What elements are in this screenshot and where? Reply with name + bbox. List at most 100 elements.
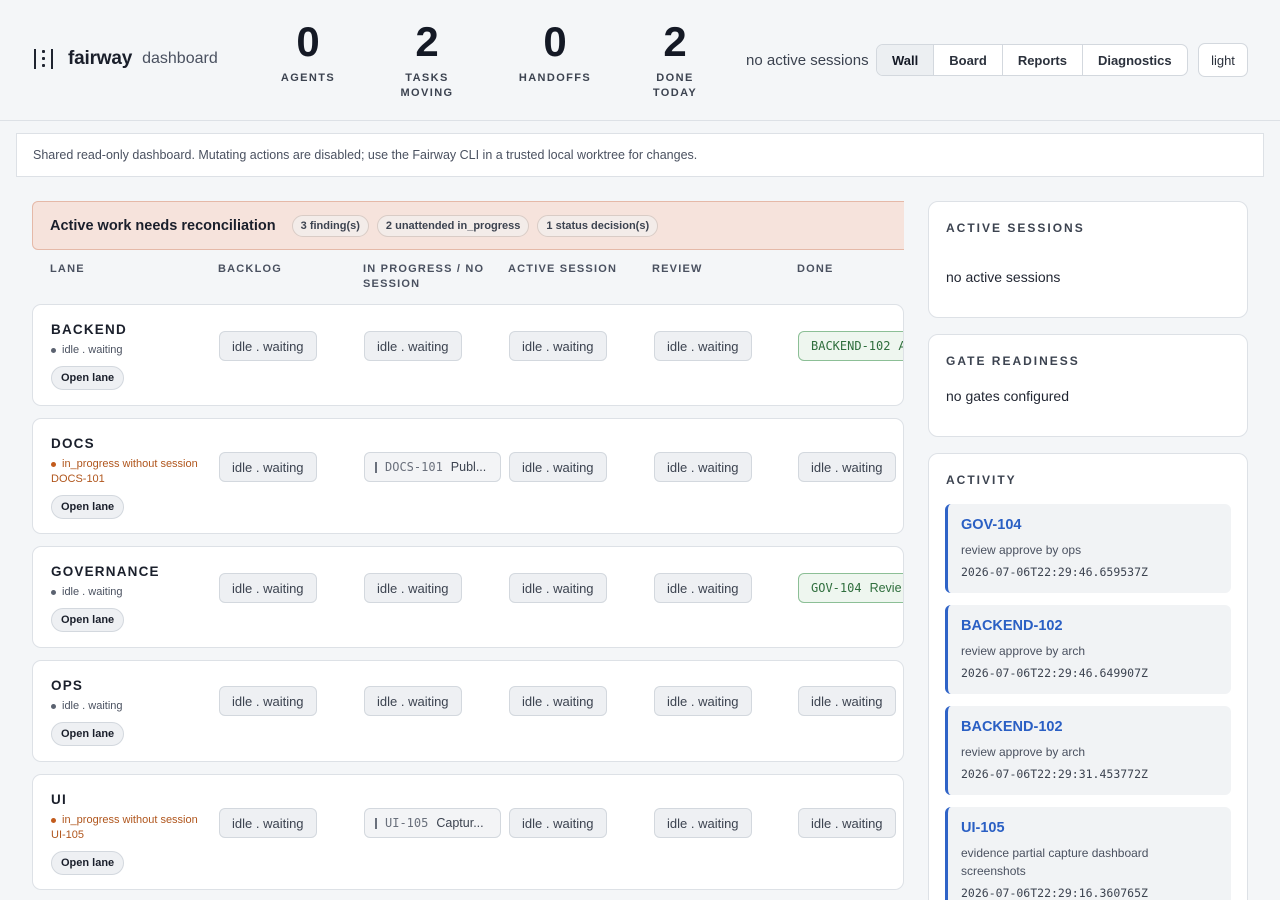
active-session-idle-chip: idle . waiting [509,686,607,716]
task-bar-icon [375,461,377,473]
column-header-active-session: ACTIVE SESSION [508,263,618,275]
warning-dot-icon [51,461,56,467]
brand[interactable]: fairway dashboard [34,47,218,71]
review-idle-chip: idle . waiting [654,686,752,716]
review-idle-chip: idle . waiting [654,452,752,482]
gate-readiness-panel: GATE READINESS no gates configured [928,334,1248,437]
view-tabs: Wall Board Reports Diagnostics [876,44,1188,76]
activity-description: review approve by arch [961,745,1086,759]
stat-label: AGENTS [280,72,336,84]
panel-text: no active sessions [946,269,1061,285]
stat-value: 2 [415,18,439,65]
activity-item[interactable]: GOV-104 review approve by ops 2026-07-06… [945,504,1231,593]
active-session-idle-chip: idle . waiting [509,452,607,482]
lane-status: idle . waiting [51,586,123,598]
tab-board[interactable]: Board [933,45,1002,75]
in-progress-idle-chip: idle . waiting [364,686,462,716]
task-bar-icon [375,817,377,829]
stat-label: TASKS MOVING [400,72,454,99]
open-lane-button[interactable]: Open lane [51,608,125,632]
warning-dot-icon [51,817,56,823]
lane-governance: GOVERNANCE idle . waiting Open lane idle… [32,546,904,648]
in-progress-task-chip[interactable]: UI-105 Captur... [364,808,501,838]
open-lane-button[interactable]: Open lane [51,722,125,746]
top-header: fairway dashboard 0 AGENTS 2 TASKS MOVING… [0,0,1280,121]
stat-tasks-moving: 2 TASKS MOVING [372,20,482,101]
read-only-notice: Shared read-only dashboard. Mutating act… [16,133,1264,177]
stat-label: HANDOFFS [518,72,592,84]
status-dot-icon [51,703,56,709]
open-lane-button[interactable]: Open lane [51,851,125,875]
panel-title: GATE READINESS [946,354,1080,368]
activity-description: review approve by arch [961,644,1086,658]
tab-reports[interactable]: Reports [1001,45,1082,75]
tab-wall[interactable]: Wall [877,45,934,75]
active-session-idle-chip: idle . waiting [509,573,607,603]
panel-title: ACTIVITY [946,473,1017,487]
column-header-done: DONE [797,263,834,275]
in-progress-task-chip[interactable]: DOCS-101 Publ... [364,452,501,482]
done-idle-chip: idle . waiting [798,808,896,838]
lane-status: in_progress without session [51,458,198,470]
open-lane-button[interactable]: Open lane [51,495,125,519]
lane-backend: BACKEND idle . waiting Open lane idle . … [32,304,904,406]
banner-title: Active work needs reconciliation [50,217,276,234]
activity-panel: ACTIVITY GOV-104 review approve by ops 2… [928,453,1248,900]
unattended-pill[interactable]: 2 unattended in_progress [376,214,530,237]
lane-ui: UI in_progress without session UI-105 Op… [32,774,904,890]
activity-timestamp: 2026-07-06T22:29:31.453772Z [961,767,1148,781]
status-decision-pill[interactable]: 1 status decision(s) [537,214,659,237]
backlog-idle-chip: idle . waiting [219,808,317,838]
column-header-lane: LANE [50,263,85,275]
stat-value: 0 [543,18,567,65]
lane-name: DOCS [51,436,95,451]
lane-status: idle . waiting [51,344,123,356]
stat-value: 2 [663,18,687,65]
activity-timestamp: 2026-07-06T22:29:16.360765Z [961,886,1148,900]
activity-timestamp: 2026-07-06T22:29:46.659537Z [961,565,1148,579]
reconciliation-banner: Active work needs reconciliation 3 findi… [32,201,904,250]
lane-name: OPS [51,678,84,693]
open-lane-button[interactable]: Open lane [51,366,125,390]
findings-pill[interactable]: 3 finding(s) [291,214,369,237]
activity-task-id[interactable]: UI-105 [961,819,1231,837]
lane-docs: DOCS in_progress without session DOCS-10… [32,418,904,534]
done-idle-chip: idle . waiting [798,686,896,716]
activity-description: review approve by ops [961,543,1082,557]
brand-name: fairway [68,48,133,69]
activity-description: evidence partial capture dashboard scree… [961,846,1149,878]
activity-task-id[interactable]: GOV-104 [961,516,1231,534]
review-idle-chip: idle . waiting [654,573,752,603]
tab-diagnostics[interactable]: Diagnostics [1081,45,1187,75]
in-progress-idle-chip: idle . waiting [364,331,462,361]
activity-item[interactable]: BACKEND-102 review approve by arch 2026-… [945,605,1231,694]
panel-text: no gates configured [946,388,1069,404]
lane-ticket[interactable]: DOCS-101 [51,473,105,485]
lane-ticket[interactable]: UI-105 [51,829,84,841]
activity-task-id[interactable]: BACKEND-102 [961,718,1231,736]
stat-agents: 0 AGENTS [253,20,363,86]
backlog-idle-chip: idle . waiting [219,573,317,603]
lane-status: idle . waiting [51,700,123,712]
lane-status: in_progress without session [51,814,198,826]
lane-name: UI [51,792,67,807]
activity-task-id[interactable]: BACKEND-102 [961,617,1231,635]
activity-timestamp: 2026-07-06T22:29:46.649907Z [961,666,1148,680]
lane-name: BACKEND [51,322,127,337]
activity-item[interactable]: UI-105 evidence partial capture dashboar… [945,807,1231,900]
done-task-chip[interactable]: GOV-104 Revie [798,573,903,603]
activity-item[interactable]: BACKEND-102 review approve by arch 2026-… [945,706,1231,795]
column-header-in-progress: IN PROGRESS / NO SESSION [363,263,485,290]
in-progress-idle-chip: idle . waiting [364,573,462,603]
stat-done-today: 2 DONE TODAY [620,20,730,101]
status-dot-icon [51,589,56,595]
stat-handoffs: 0 HANDOFFS [500,20,610,86]
active-sessions-panel: ACTIVE SESSIONS no active sessions [928,201,1248,318]
column-header-backlog: BACKLOG [218,263,283,275]
backlog-idle-chip: idle . waiting [219,686,317,716]
done-task-chip[interactable]: BACKEND-102A [798,331,903,361]
session-status-text: no active sessions [746,52,869,69]
review-idle-chip: idle . waiting [654,808,752,838]
backlog-idle-chip: idle . waiting [219,331,317,361]
theme-toggle-button[interactable]: light [1198,43,1248,77]
